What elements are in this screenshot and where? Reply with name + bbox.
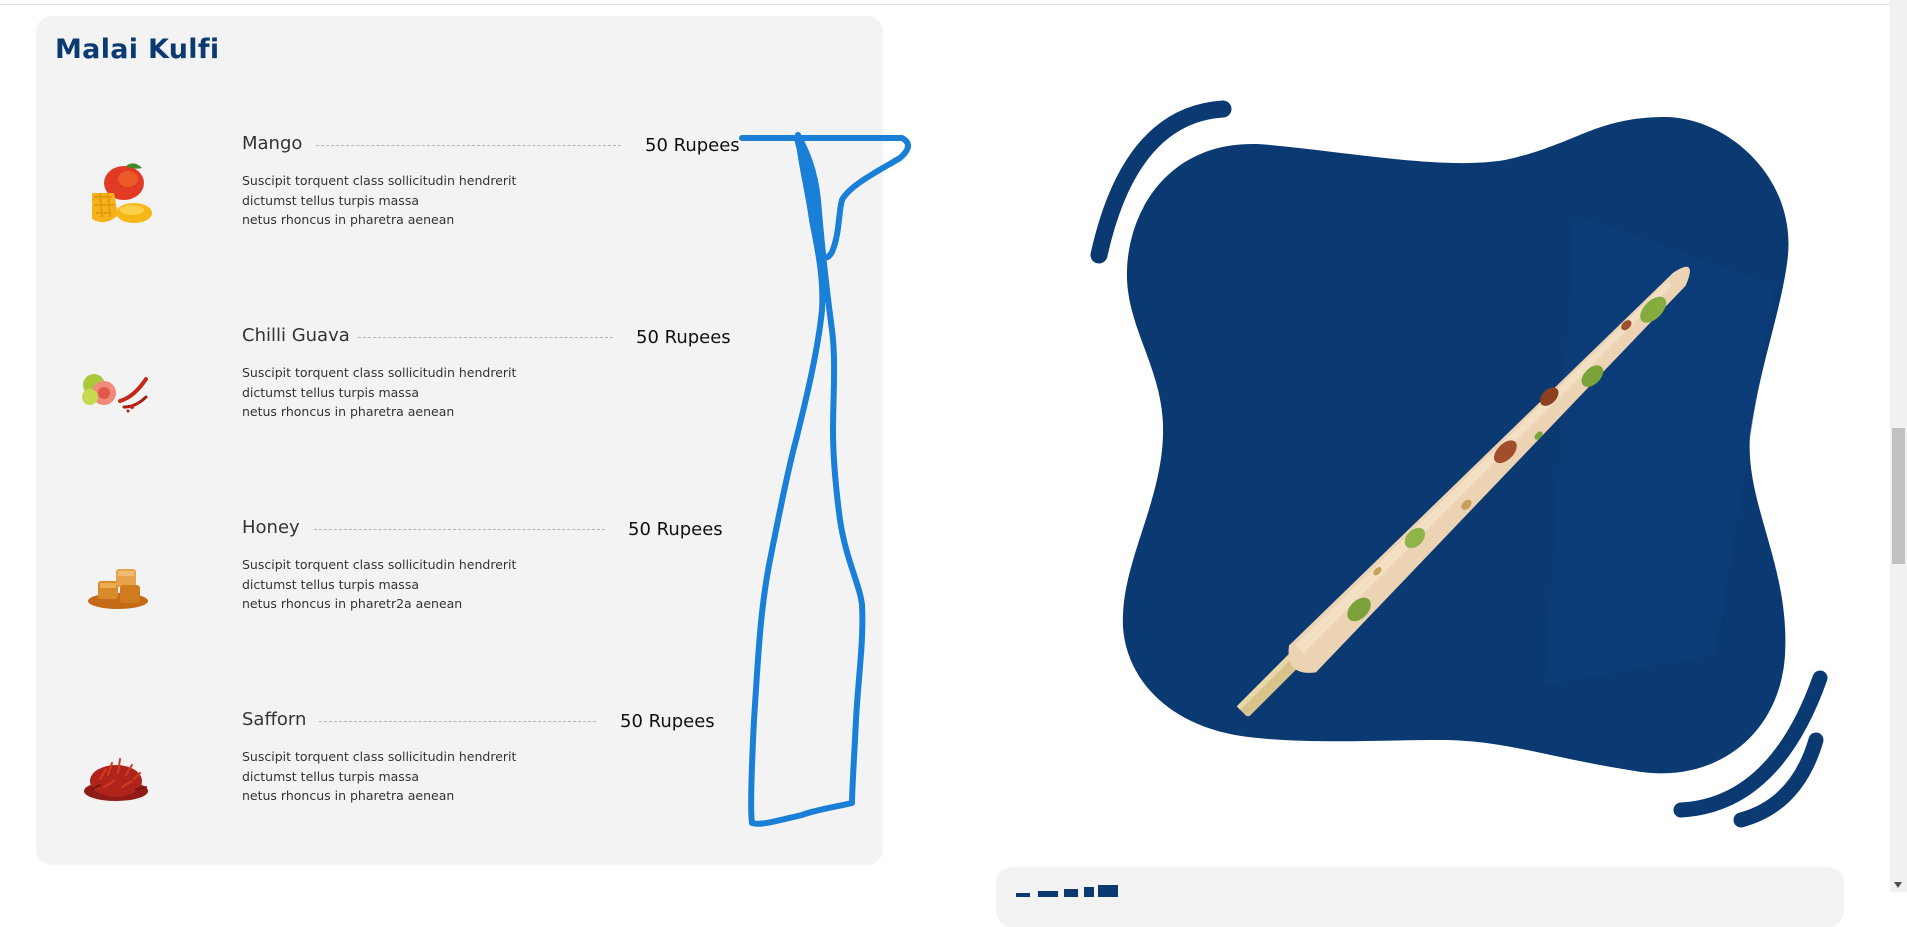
item-description-line: netus rhoncus in pharetr2a aenean bbox=[242, 596, 463, 611]
scroll-down-arrow-icon[interactable] bbox=[1894, 882, 1902, 888]
item-description-line: dictumst tellus turpis massa bbox=[242, 192, 419, 208]
item-description: Suscipit torquent class sollicitudin hen… bbox=[242, 555, 516, 614]
dotted-leader bbox=[316, 145, 621, 146]
mango-icon bbox=[92, 163, 152, 223]
scrollbar-thumb[interactable] bbox=[1892, 428, 1905, 564]
item-description-line: Suscipit torquent class sollicitudin hen… bbox=[242, 749, 517, 764]
item-description: Suscipit torquent class sollicitudin hen… bbox=[242, 171, 516, 230]
dotted-leader bbox=[358, 337, 613, 338]
item-description-line: Suscipit torquent class sollicitudin hen… bbox=[242, 365, 517, 380]
item-description-line: dictumst tellus turpis massa bbox=[242, 384, 419, 400]
dotted-leader bbox=[319, 721, 596, 722]
menu-title: Malai Kulfi bbox=[55, 34, 220, 65]
menu-item-saffron[interactable]: Safforn 50 Rupees Suscipit torquent clas… bbox=[36, 709, 883, 859]
hero-kulfi-illustration bbox=[1090, 100, 1828, 828]
item-description-line: dictumst tellus turpis massa bbox=[242, 576, 419, 592]
item-name: Safforn bbox=[242, 709, 307, 730]
item-description: Suscipit torquent class sollicitudin hen… bbox=[242, 363, 516, 422]
item-description-line: netus rhoncus in pharetra aenean bbox=[242, 404, 455, 419]
menu-item-chilli-guava[interactable]: Chilli Guava 50 Rupees Suscipit torquent… bbox=[36, 325, 883, 475]
page-scrollbar[interactable] bbox=[1890, 0, 1907, 892]
item-price: 50 Rupees bbox=[620, 711, 715, 732]
malai-kulfi-menu-card: Malai Kulfi Mango 50 Rupees Suscipit tor… bbox=[36, 16, 883, 865]
item-description-line: dictumst tellus turpis massa bbox=[242, 768, 419, 784]
saffron-icon bbox=[84, 758, 148, 801]
top-divider bbox=[0, 0, 1890, 5]
item-description-line: Suscipit torquent class sollicitudin hen… bbox=[242, 173, 517, 188]
item-name: Honey bbox=[242, 517, 300, 538]
item-name: Chilli Guava bbox=[242, 325, 350, 346]
next-card-title-fragment bbox=[1016, 885, 1118, 897]
menu-item-honey[interactable]: Honey 50 Rupees Suscipit torquent class … bbox=[36, 517, 883, 667]
honey-icon bbox=[88, 569, 148, 609]
chilli-guava-icon bbox=[82, 374, 148, 413]
next-menu-card bbox=[996, 867, 1844, 927]
item-price: 50 Rupees bbox=[645, 135, 740, 156]
dotted-leader bbox=[314, 529, 605, 530]
item-price: 50 Rupees bbox=[628, 519, 723, 540]
item-description-line: netus rhoncus in pharetra aenean bbox=[242, 788, 455, 803]
item-name: Mango bbox=[242, 133, 303, 154]
item-description-line: Suscipit torquent class sollicitudin hen… bbox=[242, 557, 517, 572]
item-description: Suscipit torquent class sollicitudin hen… bbox=[242, 747, 516, 806]
menu-item-mango[interactable]: Mango 50 Rupees Suscipit torquent class … bbox=[36, 133, 883, 283]
item-description-line: netus rhoncus in pharetra aenean bbox=[242, 212, 455, 227]
item-price: 50 Rupees bbox=[636, 327, 731, 348]
